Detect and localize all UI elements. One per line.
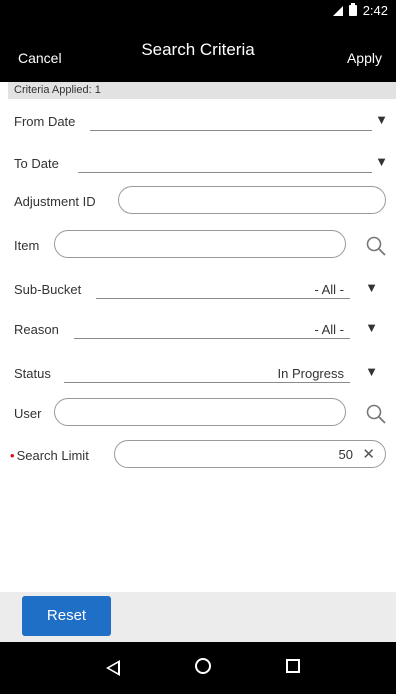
home-icon[interactable]: [195, 658, 211, 674]
adjustment-id-input[interactable]: [118, 186, 386, 214]
search-limit-input[interactable]: 50 ✕: [114, 440, 386, 468]
status-bar: 2:42: [0, 0, 396, 22]
status-value: In Progress: [277, 366, 344, 381]
search-icon[interactable]: [364, 234, 388, 258]
chevron-down-icon[interactable]: ▼: [375, 154, 388, 169]
chevron-down-icon[interactable]: ▼: [365, 364, 378, 379]
to-date-underline: [78, 172, 372, 173]
to-date-label: To Date: [14, 156, 59, 171]
status-label: Status: [14, 366, 51, 381]
app-bar: Cancel Search Criteria Apply: [0, 22, 396, 82]
recent-apps-icon[interactable]: [286, 659, 300, 673]
adjustment-id-row: Adjustment ID: [14, 186, 388, 218]
chevron-down-icon[interactable]: ▼: [365, 320, 378, 335]
sub-bucket-label: Sub-Bucket: [14, 282, 82, 297]
reason-row[interactable]: Reason - All - ▼: [14, 314, 388, 344]
from-date-row[interactable]: From Date ▼: [14, 106, 388, 136]
to-date-row[interactable]: To Date ▼: [14, 148, 388, 178]
search-limit-label-text: Search Limit: [16, 448, 89, 463]
search-limit-label: • Search Limit: [10, 448, 89, 463]
user-input[interactable]: [54, 398, 346, 426]
reset-button[interactable]: Reset: [22, 596, 111, 636]
back-icon[interactable]: [106, 660, 120, 676]
battery-icon: [348, 3, 357, 16]
user-row: User: [14, 398, 388, 430]
search-icon[interactable]: [364, 402, 388, 426]
user-label: User: [14, 406, 42, 421]
status-indicators: 2:42: [332, 3, 388, 18]
reason-underline: [74, 338, 350, 339]
status-time: 2:42: [362, 3, 388, 18]
apply-button[interactable]: Apply: [347, 50, 382, 66]
reason-value: - All -: [314, 322, 344, 337]
status-row[interactable]: Status In Progress ▼: [14, 358, 388, 388]
from-date-underline: [90, 130, 372, 131]
system-navigation-bar: [0, 642, 396, 694]
required-marker: •: [10, 448, 15, 463]
search-limit-value: 50: [338, 447, 353, 462]
page-title: Search Criteria: [141, 40, 255, 59]
item-label: Item: [14, 238, 40, 253]
chevron-down-icon[interactable]: ▼: [375, 112, 388, 127]
reason-label: Reason: [14, 322, 59, 337]
chevron-down-icon[interactable]: ▼: [365, 280, 378, 295]
search-limit-row: • Search Limit 50 ✕: [10, 440, 388, 472]
adjustment-id-label: Adjustment ID: [14, 194, 96, 209]
status-underline: [64, 382, 350, 383]
signal-icon: [332, 5, 343, 16]
sub-bucket-value: - All -: [314, 282, 344, 297]
from-date-label: From Date: [14, 114, 76, 129]
criteria-applied-banner: Criteria Applied: 1: [8, 82, 396, 99]
sub-bucket-underline: [96, 298, 350, 299]
clear-icon[interactable]: ✕: [362, 445, 375, 463]
sub-bucket-row[interactable]: Sub-Bucket - All - ▼: [14, 274, 388, 304]
item-input[interactable]: [54, 230, 346, 258]
item-row: Item: [14, 230, 388, 262]
